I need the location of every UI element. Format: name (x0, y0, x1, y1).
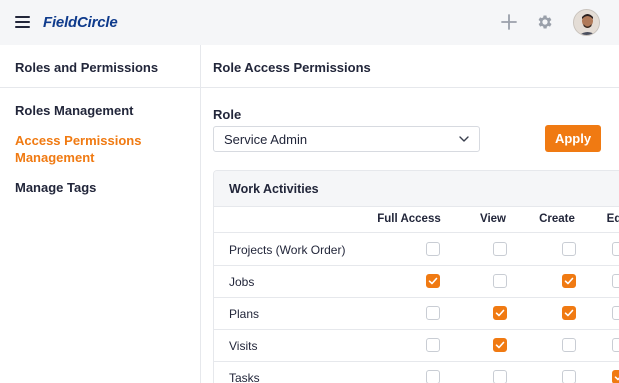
full-access-checkbox[interactable] (426, 306, 440, 320)
column-header-row: Full Access View Create Ed (214, 207, 619, 233)
create-checkbox[interactable] (562, 306, 576, 320)
avatar[interactable] (573, 9, 600, 36)
permission-name: Jobs (229, 275, 255, 289)
create-checkbox[interactable] (562, 338, 576, 352)
view-checkbox[interactable] (493, 274, 507, 288)
sidebar-item-manage-tags[interactable]: Manage Tags (15, 179, 190, 196)
plus-icon[interactable] (500, 13, 518, 31)
divider (0, 87, 201, 88)
app-logo[interactable]: FieldCircle (43, 14, 118, 31)
create-checkbox[interactable] (562, 274, 576, 288)
column-header-edit: Ed (606, 213, 619, 225)
edit-checkbox[interactable] (612, 306, 619, 320)
permission-row-tasks: Tasks (214, 362, 619, 383)
sidebar: Roles and Permissions Roles Management A… (0, 45, 201, 383)
permission-row-visits: Visits (214, 330, 619, 362)
sidebar-item-roles-management[interactable]: Roles Management (15, 102, 190, 119)
role-select-value: Service Admin (224, 132, 308, 147)
full-access-checkbox[interactable] (426, 274, 440, 288)
permission-name: Projects (Work Order) (229, 243, 346, 257)
permission-name: Visits (229, 339, 258, 353)
chevron-down-icon (459, 136, 469, 142)
panel-header: Work Activities (214, 171, 619, 207)
sidebar-item-access-permissions-management[interactable]: Access Permissions Management (15, 132, 165, 166)
divider (201, 87, 619, 88)
main-content: Role Access Permissions Role Service Adm… (201, 45, 619, 383)
role-select[interactable]: Service Admin (213, 126, 480, 152)
full-access-checkbox[interactable] (426, 242, 440, 256)
view-checkbox[interactable] (493, 306, 507, 320)
view-checkbox[interactable] (493, 370, 507, 383)
edit-checkbox[interactable] (612, 242, 619, 256)
work-activities-panel: Work Activities Full Access View Create … (213, 170, 619, 383)
permission-name: Plans (229, 307, 260, 321)
permission-row-jobs: Jobs (214, 266, 619, 298)
menu-icon[interactable] (15, 16, 30, 28)
sidebar-title: Roles and Permissions (15, 60, 159, 75)
column-header-view: View (480, 213, 506, 225)
column-header-full-access: Full Access (377, 213, 441, 225)
edit-checkbox[interactable] (612, 274, 619, 288)
full-access-checkbox[interactable] (426, 338, 440, 352)
apply-button[interactable]: Apply (545, 125, 601, 152)
view-checkbox[interactable] (493, 338, 507, 352)
panel-title: Work Activities (229, 182, 319, 196)
edit-checkbox[interactable] (612, 370, 619, 383)
view-checkbox[interactable] (493, 242, 507, 256)
permission-row-plans: Plans (214, 298, 619, 330)
page-title: Role Access Permissions (213, 60, 371, 75)
top-bar: FieldCircle (0, 0, 619, 45)
edit-checkbox[interactable] (612, 338, 619, 352)
full-access-checkbox[interactable] (426, 370, 440, 383)
permission-name: Tasks (229, 371, 260, 383)
gear-icon[interactable] (536, 13, 554, 31)
permission-row-projects-work-order: Projects (Work Order) (214, 234, 619, 266)
create-checkbox[interactable] (562, 370, 576, 383)
create-checkbox[interactable] (562, 242, 576, 256)
column-header-create: Create (539, 213, 575, 225)
role-label: Role (213, 107, 242, 122)
